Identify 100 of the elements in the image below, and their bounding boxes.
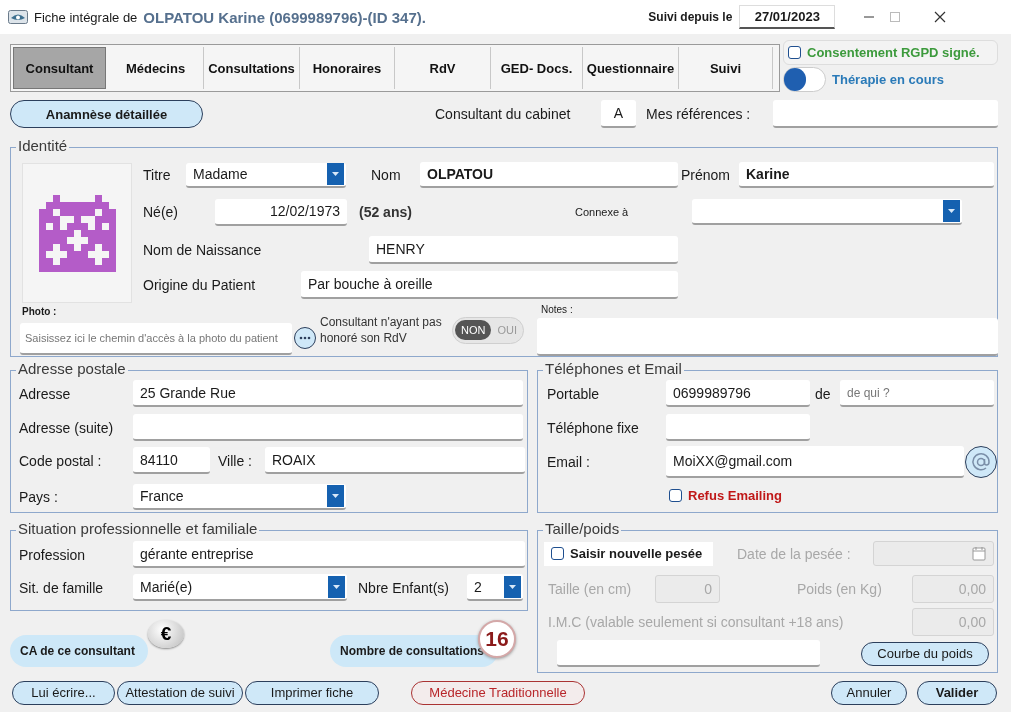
- group-title: Téléphones et Email: [545, 360, 682, 377]
- field-label: Poids (en Kg): [797, 581, 883, 597]
- text-field[interactable]: gérante entreprise: [133, 541, 525, 568]
- field-label: Portable: [547, 385, 601, 402]
- anamnesis-button[interactable]: Anamnèse détaillée: [10, 100, 203, 128]
- field-label: Mes références :: [646, 106, 752, 122]
- group-title: Taille/poids: [545, 520, 620, 537]
- tab[interactable]: Consultant: [13, 47, 106, 89]
- tab[interactable]: Médecins: [108, 47, 204, 89]
- revenue-label: CA de ce consultant: [10, 635, 148, 667]
- group-title: Adresse postale: [18, 360, 126, 377]
- patient-name: OLPATOU Karine (0699989796)-(ID 347).: [143, 8, 427, 26]
- text-field[interactable]: Saisissez ici le chemin d'accès à la photo du patient: [20, 322, 292, 355]
- field-label: Nbre Enfant(s): [358, 579, 451, 596]
- currency-bubble: €: [148, 620, 184, 648]
- dropdown[interactable]: Madame: [186, 162, 346, 188]
- text-field[interactable]: 84110: [133, 447, 210, 474]
- field-label: de: [815, 385, 832, 402]
- checkbox[interactable]: [669, 488, 682, 502]
- text-field[interactable]: [666, 414, 810, 441]
- field-label: Code postal :: [19, 452, 103, 469]
- no-show-label: Consultant n'ayant pas honoré son RdV: [320, 314, 443, 346]
- text-field[interactable]: [773, 100, 998, 128]
- age-label: (52 ans): [359, 204, 413, 220]
- window-title: Fiche intégrale de: [34, 9, 138, 25]
- field-label: Nom: [371, 167, 402, 183]
- field-label: Nom de Naissance: [143, 242, 263, 258]
- checkbox[interactable]: [788, 46, 801, 59]
- button[interactable]: Attestation de suivi: [117, 680, 243, 705]
- field-label: Adresse (suite): [19, 419, 115, 436]
- dropdown[interactable]: France: [133, 484, 346, 510]
- checkbox[interactable]: [551, 547, 564, 560]
- app-logo-icon: [8, 10, 28, 24]
- field-label: I.M.C (valable seulement si consultant +18 ans): [548, 614, 845, 630]
- field-label: Sit. de famille: [19, 579, 105, 596]
- group-title: Identité: [18, 137, 68, 154]
- email-button[interactable]: [965, 445, 997, 478]
- dropdown[interactable]: Marié(e): [133, 574, 347, 601]
- dropdown[interactable]: [692, 199, 962, 225]
- field-label: Date de la pesée :: [737, 545, 852, 562]
- field-label: Pays :: [19, 489, 59, 505]
- text-field[interactable]: 25 Grande Rue: [133, 380, 523, 407]
- field-label: Suivi depuis le: [648, 10, 734, 24]
- toggle-label: Thérapie en cours: [832, 71, 944, 87]
- caret-icon: [327, 485, 344, 507]
- text-field[interactable]: MoiXX@gmail.com: [666, 445, 964, 478]
- text-field[interactable]: Par bouche à oreille: [301, 271, 678, 299]
- text-field[interactable]: OLPATOU: [420, 162, 678, 188]
- date-field[interactable]: 27/01/2023: [739, 5, 836, 29]
- tab[interactable]: GED- Docs.: [491, 47, 583, 89]
- text-field[interactable]: [557, 640, 820, 667]
- text-field[interactable]: de qui ?: [840, 380, 994, 407]
- button[interactable]: Annuler: [831, 680, 907, 705]
- field-label: Adresse: [19, 385, 72, 402]
- medicine-button[interactable]: Médecine Traditionnelle: [411, 680, 585, 705]
- caret-icon: [504, 575, 521, 598]
- caret-icon: [943, 200, 960, 222]
- dropdown[interactable]: 2: [467, 574, 523, 601]
- close-icon[interactable]: [934, 11, 947, 23]
- field-label: Ville :: [218, 452, 253, 469]
- text-field[interactable]: 12/02/1973: [215, 198, 347, 226]
- text-field[interactable]: [133, 414, 523, 441]
- tab[interactable]: Honoraires: [300, 47, 395, 89]
- text-field[interactable]: A: [601, 100, 636, 128]
- field-label: Profession: [19, 546, 87, 563]
- tab[interactable]: Questionnaire: [583, 47, 679, 89]
- field-label: Origine du Patient: [143, 277, 257, 293]
- tab[interactable]: Suivi: [679, 47, 773, 89]
- button[interactable]: Valider: [917, 680, 997, 705]
- button[interactable]: Lui écrire...: [12, 680, 115, 705]
- group-title: Situation professionnelle et familiale: [18, 520, 258, 537]
- field-label: Email :: [547, 453, 591, 470]
- text-field[interactable]: [537, 318, 998, 356]
- field-label: Connexe à: [575, 206, 630, 218]
- checkbox-label: Saisir nouvelle pesée: [570, 546, 703, 561]
- tab[interactable]: Consultations: [204, 47, 300, 89]
- field-label: Titre: [143, 167, 172, 183]
- calendar-icon: [972, 546, 986, 561]
- browse-button[interactable]: [294, 327, 316, 349]
- caret-icon: [327, 163, 344, 185]
- field-label: Téléphone fixe: [547, 419, 640, 436]
- ellipsis-icon: [299, 336, 311, 340]
- checkbox-label: Refus Emailing: [688, 487, 782, 503]
- text-field[interactable]: 0699989796: [666, 380, 810, 407]
- text-field[interactable]: ROAIX: [265, 447, 525, 474]
- field-label: Taille (en cm): [548, 581, 633, 597]
- field-label: Photo :: [22, 305, 58, 319]
- toggle-switch[interactable]: [783, 66, 826, 92]
- toggle-option[interactable]: NON: [455, 320, 492, 340]
- avatar-icon: [38, 194, 116, 272]
- checkbox-label: Consentement RGPD signé.: [807, 45, 980, 60]
- field-label: Prénom: [681, 167, 732, 183]
- at-sign-icon: [971, 451, 991, 472]
- tab[interactable]: RdV: [395, 47, 491, 89]
- field-label: Notes :: [541, 304, 574, 316]
- curve-button[interactable]: Courbe du poids: [861, 641, 989, 666]
- text-field[interactable]: HENRY: [369, 236, 678, 264]
- button[interactable]: Imprimer fiche: [245, 680, 379, 705]
- text-field[interactable]: Karine: [739, 162, 994, 188]
- field-label: Consultant du cabinet: [435, 106, 572, 122]
